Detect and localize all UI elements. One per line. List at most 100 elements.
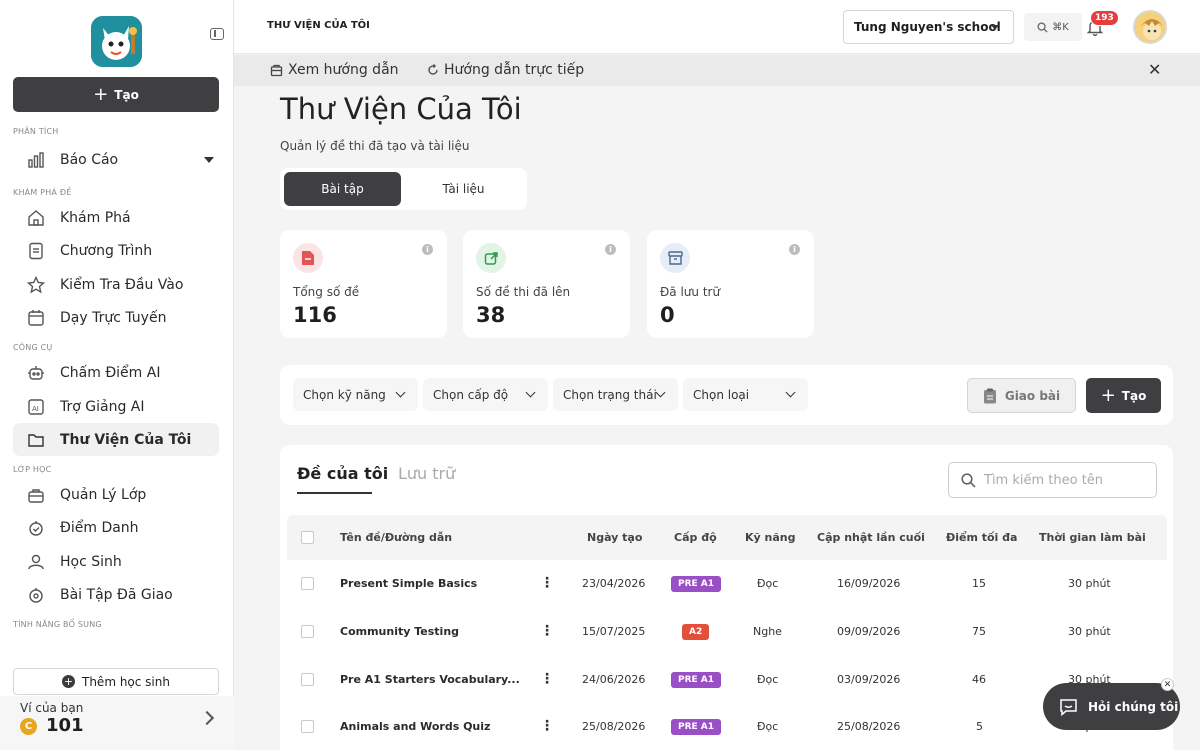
sidebar-item-assigned-work[interactable]: Bài Tập Đã Giao [13, 578, 219, 611]
plus-icon: + [93, 83, 109, 105]
close-icon[interactable]: ✕ [1161, 678, 1174, 691]
sidebar-item-label: Quản Lý Lớp [60, 486, 147, 503]
home-icon [28, 209, 44, 226]
more-icon[interactable]: ⋮ [540, 576, 554, 590]
section-label-explore: KHÁM PHÁ ĐỀ [13, 188, 72, 197]
table-row[interactable]: Animals and Words Quiz ⋮ 25/08/2026 PRE … [287, 702, 1167, 749]
table-row[interactable]: Present Simple Basics ⋮ 23/04/2026 PRE A… [287, 560, 1167, 607]
wallet-panel[interactable]: Ví của bạn C 101 [0, 696, 234, 750]
document-icon [29, 242, 43, 259]
column-level[interactable]: Cấp độ [674, 531, 717, 544]
exam-name[interactable]: Community Testing [340, 625, 459, 638]
sidebar-item-reports[interactable]: Báo Cáo [13, 143, 219, 176]
row-checkbox[interactable] [301, 625, 314, 638]
search-icon [1037, 21, 1048, 33]
chevron-right-icon[interactable] [199, 710, 215, 726]
robot-icon [28, 365, 44, 380]
live-guide-label: Hướng dẫn trực tiếp [444, 62, 585, 78]
table-row[interactable]: Community Testing ⋮ 15/07/2025 A2 Nghe 0… [287, 607, 1167, 654]
search-input[interactable] [984, 472, 1144, 488]
type-select[interactable]: Chọn loại [683, 378, 808, 411]
column-duration[interactable]: Thời gian làm bài [1039, 531, 1146, 544]
sidebar-item-my-library[interactable]: Thư Viện Của Tôi [13, 423, 219, 456]
tab-my-exams[interactable]: Đề của tôi [297, 464, 388, 483]
status-select-label: Chọn trạng thái [563, 387, 657, 402]
column-updated[interactable]: Cập nhật lần cuối [817, 531, 925, 544]
more-icon[interactable]: ⋮ [540, 624, 554, 638]
skill: Đọc [757, 673, 779, 686]
create-button[interactable]: + Tạo [13, 77, 219, 112]
avatar[interactable] [1133, 10, 1167, 44]
column-created[interactable]: Ngày tạo [587, 531, 642, 544]
create-exam-button[interactable]: + Tạo [1086, 378, 1161, 413]
sidebar-item-ai-assistant[interactable]: AI Trợ Giảng AI [13, 390, 219, 423]
book-icon [270, 64, 283, 76]
sidebar-item-ai-grading[interactable]: Chấm Điểm AI [13, 356, 219, 389]
collapse-sidebar-icon[interactable] [210, 28, 224, 40]
section-label-analytics: PHÂN TÍCH [13, 127, 59, 136]
close-icon[interactable]: ✕ [1148, 60, 1161, 79]
svg-text:AI: AI [32, 405, 39, 413]
status-select[interactable]: Chọn trạng thái [553, 378, 678, 411]
column-max-score[interactable]: Điểm tối đa [946, 531, 1017, 544]
caret-down-icon [991, 25, 999, 30]
row-checkbox[interactable] [301, 577, 314, 590]
school-selector[interactable]: Tung Nguyen's school [843, 10, 1014, 44]
live-guide-link[interactable]: Hướng dẫn trực tiếp [427, 62, 584, 78]
exam-name[interactable]: Pre A1 Starters Vocabulary... [340, 673, 520, 686]
wallet-label: Ví của bạn [20, 701, 84, 715]
updated-date: 16/09/2026 [837, 577, 901, 590]
duration: 30 phút [1068, 577, 1111, 590]
table-row[interactable]: Pre A1 Starters Vocabulary... ⋮ 24/06/20… [287, 654, 1167, 701]
info-icon[interactable]: i [605, 244, 616, 255]
sidebar-item-attendance[interactable]: Điểm Danh [13, 511, 219, 544]
row-checkbox[interactable] [301, 673, 314, 686]
sidebar-item-online-teaching[interactable]: Dạy Trực Tuyến [13, 301, 219, 334]
sidebar-item-class-management[interactable]: Quản Lý Lớp [13, 478, 219, 511]
help-chat-button[interactable]: Hỏi chúng tôi ✕ [1043, 678, 1180, 730]
level-badge: A2 [682, 624, 710, 640]
more-icon[interactable]: ⋮ [540, 719, 554, 733]
exam-name[interactable]: Present Simple Basics [340, 577, 477, 590]
row-checkbox[interactable] [301, 720, 314, 733]
chevron-down-icon [655, 387, 666, 398]
ai-icon: AI [28, 398, 44, 415]
sidebar-item-placement-test[interactable]: Kiểm Tra Đầu Vào [13, 268, 219, 301]
select-all-checkbox[interactable] [301, 531, 314, 544]
add-student-label: Thêm học sinh [82, 674, 170, 689]
skill: Nghe [753, 625, 782, 638]
sidebar-item-explore[interactable]: Khám Phá [13, 201, 219, 234]
archive-icon [660, 243, 690, 273]
calendar-icon [28, 309, 44, 326]
tab-exercises[interactable]: Bài tập [284, 172, 401, 206]
sidebar: + Tạo PHÂN TÍCH Báo Cáo KHÁM PHÁ ĐỀ Khám… [0, 0, 234, 750]
stat-label: Đã lưu trữ [660, 285, 721, 299]
tab-archive[interactable]: Lưu trữ [398, 464, 455, 483]
tab-materials[interactable]: Tài liệu [405, 172, 522, 206]
caret-down-icon[interactable] [204, 157, 214, 163]
info-icon[interactable]: i [422, 244, 433, 255]
stat-label: Tổng số đề [293, 285, 360, 299]
help-chat-label: Hỏi chúng tôi [1088, 699, 1179, 714]
skill-select[interactable]: Chọn kỹ năng [293, 378, 418, 411]
global-search-button[interactable]: ⌘K [1024, 13, 1082, 41]
active-tab-underline [297, 492, 372, 494]
sidebar-item-curriculum[interactable]: Chương Trình [13, 234, 219, 267]
more-icon[interactable]: ⋮ [540, 672, 554, 686]
search-box[interactable] [948, 462, 1157, 498]
stat-label: Số đề thi đã lên [476, 285, 571, 299]
app-logo[interactable] [91, 16, 142, 67]
view-guide-link[interactable]: Xem hướng dẫn [270, 62, 399, 78]
column-skill[interactable]: Kỹ năng [745, 531, 795, 544]
assign-button[interactable]: Giao bài [967, 378, 1076, 413]
sidebar-item-students[interactable]: Học Sinh [13, 545, 219, 578]
column-name[interactable]: Tên đề/Đường dẫn [340, 531, 452, 544]
add-student-button[interactable]: + Thêm học sinh [13, 668, 219, 695]
max-score: 5 [976, 720, 983, 733]
exam-name[interactable]: Animals and Words Quiz [340, 720, 490, 733]
stat-card-archived: i Đã lưu trữ 0 [647, 230, 814, 338]
info-icon[interactable]: i [789, 244, 800, 255]
stat-value: 38 [476, 303, 506, 327]
create-button-label: Tạo [114, 87, 139, 102]
level-select[interactable]: Chọn cấp độ [423, 378, 548, 411]
